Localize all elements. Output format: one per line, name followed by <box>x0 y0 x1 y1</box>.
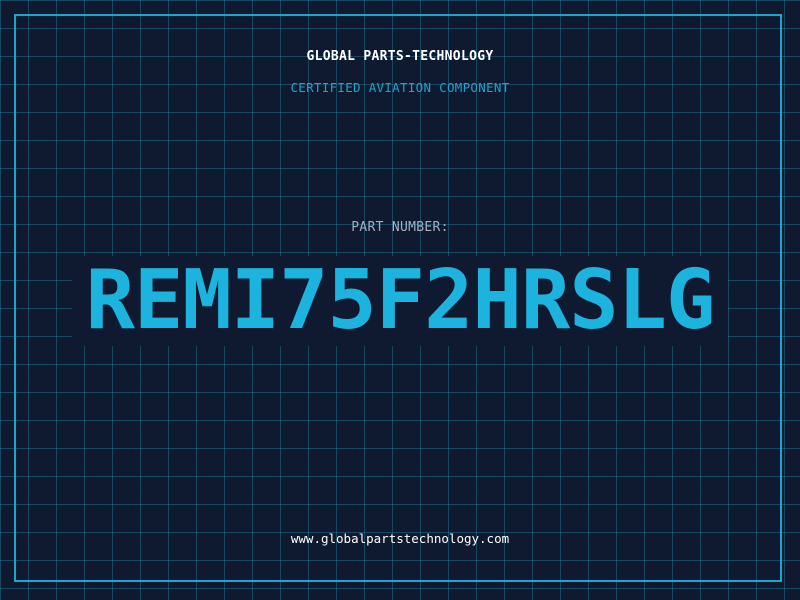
part-number-value: REMI75F2HRSLG <box>71 256 729 346</box>
company-name: GLOBAL PARTS-TECHNOLOGY <box>306 49 494 64</box>
part-number-label: PART NUMBER: <box>351 220 449 235</box>
certification-tagline: CERTIFIED AVIATION COMPONENT <box>290 80 510 95</box>
part-number-display: REMI75F2HRSLG <box>0 256 800 346</box>
website-url: www.globalpartstechnology.com <box>290 531 510 546</box>
